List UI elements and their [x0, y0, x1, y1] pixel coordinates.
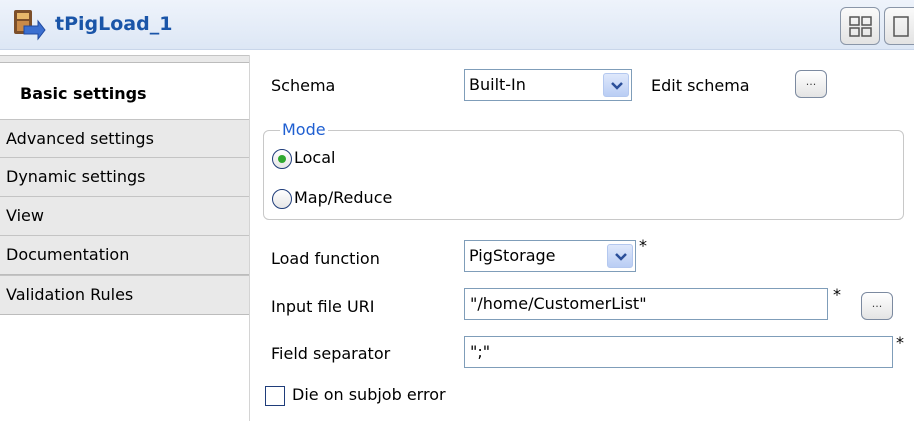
browse-file-button[interactable]: ...	[861, 292, 893, 320]
chevron-down-icon[interactable]	[603, 73, 629, 97]
component-title: tPigLoad_1	[55, 13, 173, 35]
tab-spacer	[0, 55, 249, 63]
load-function-select[interactable]: PigStorage	[464, 240, 636, 272]
mode-mapreduce-label[interactable]: Map/Reduce	[294, 188, 392, 207]
tab-dynamic-settings[interactable]: Dynamic settings	[0, 157, 249, 197]
field-separator-field[interactable]: ";"	[464, 336, 893, 368]
tab-advanced-settings[interactable]: Advanced settings	[0, 119, 249, 159]
die-on-subjob-error-checkbox[interactable]	[265, 386, 285, 406]
mode-group-title: Mode	[280, 120, 328, 139]
edit-schema-label: Edit schema	[651, 76, 750, 95]
tab-view[interactable]: View	[0, 196, 249, 236]
layout-view-button-2[interactable]	[884, 7, 914, 45]
panels-icon	[893, 16, 909, 37]
field-separator-label: Field separator	[271, 344, 391, 363]
tab-validation-rules[interactable]: Validation Rules	[0, 275, 249, 315]
chevron-down-icon[interactable]	[607, 244, 633, 268]
edit-schema-button[interactable]: ...	[795, 70, 827, 98]
schema-select-value: Built-In	[469, 75, 526, 94]
die-on-subjob-error-label[interactable]: Die on subjob error	[292, 385, 446, 404]
radio-selected-dot	[278, 155, 286, 163]
input-file-uri-field[interactable]: "/home/CustomerList"	[464, 288, 828, 320]
ellipsis-icon: ...	[805, 75, 817, 88]
required-marker: *	[896, 333, 904, 352]
panels-icon	[849, 16, 872, 37]
tab-documentation[interactable]: Documentation	[0, 235, 249, 275]
pig-load-component-icon	[14, 10, 46, 41]
required-marker: *	[639, 236, 647, 255]
mode-local-label[interactable]: Local	[294, 148, 335, 167]
input-file-uri-label: Input file URI	[271, 297, 375, 316]
tabs-divider	[249, 55, 250, 421]
schema-select[interactable]: Built-In	[464, 69, 632, 101]
mode-local-radio[interactable]	[272, 149, 292, 169]
required-marker: *	[833, 285, 841, 304]
tab-basic-settings[interactable]: Basic settings	[0, 75, 249, 115]
load-function-label: Load function	[271, 249, 380, 268]
layout-view-button[interactable]	[840, 7, 880, 45]
ellipsis-icon: ...	[871, 297, 883, 310]
schema-label: Schema	[271, 76, 336, 95]
component-header: tPigLoad_1	[0, 0, 914, 50]
load-function-select-value: PigStorage	[469, 246, 556, 265]
mode-mapreduce-radio[interactable]	[272, 189, 292, 209]
